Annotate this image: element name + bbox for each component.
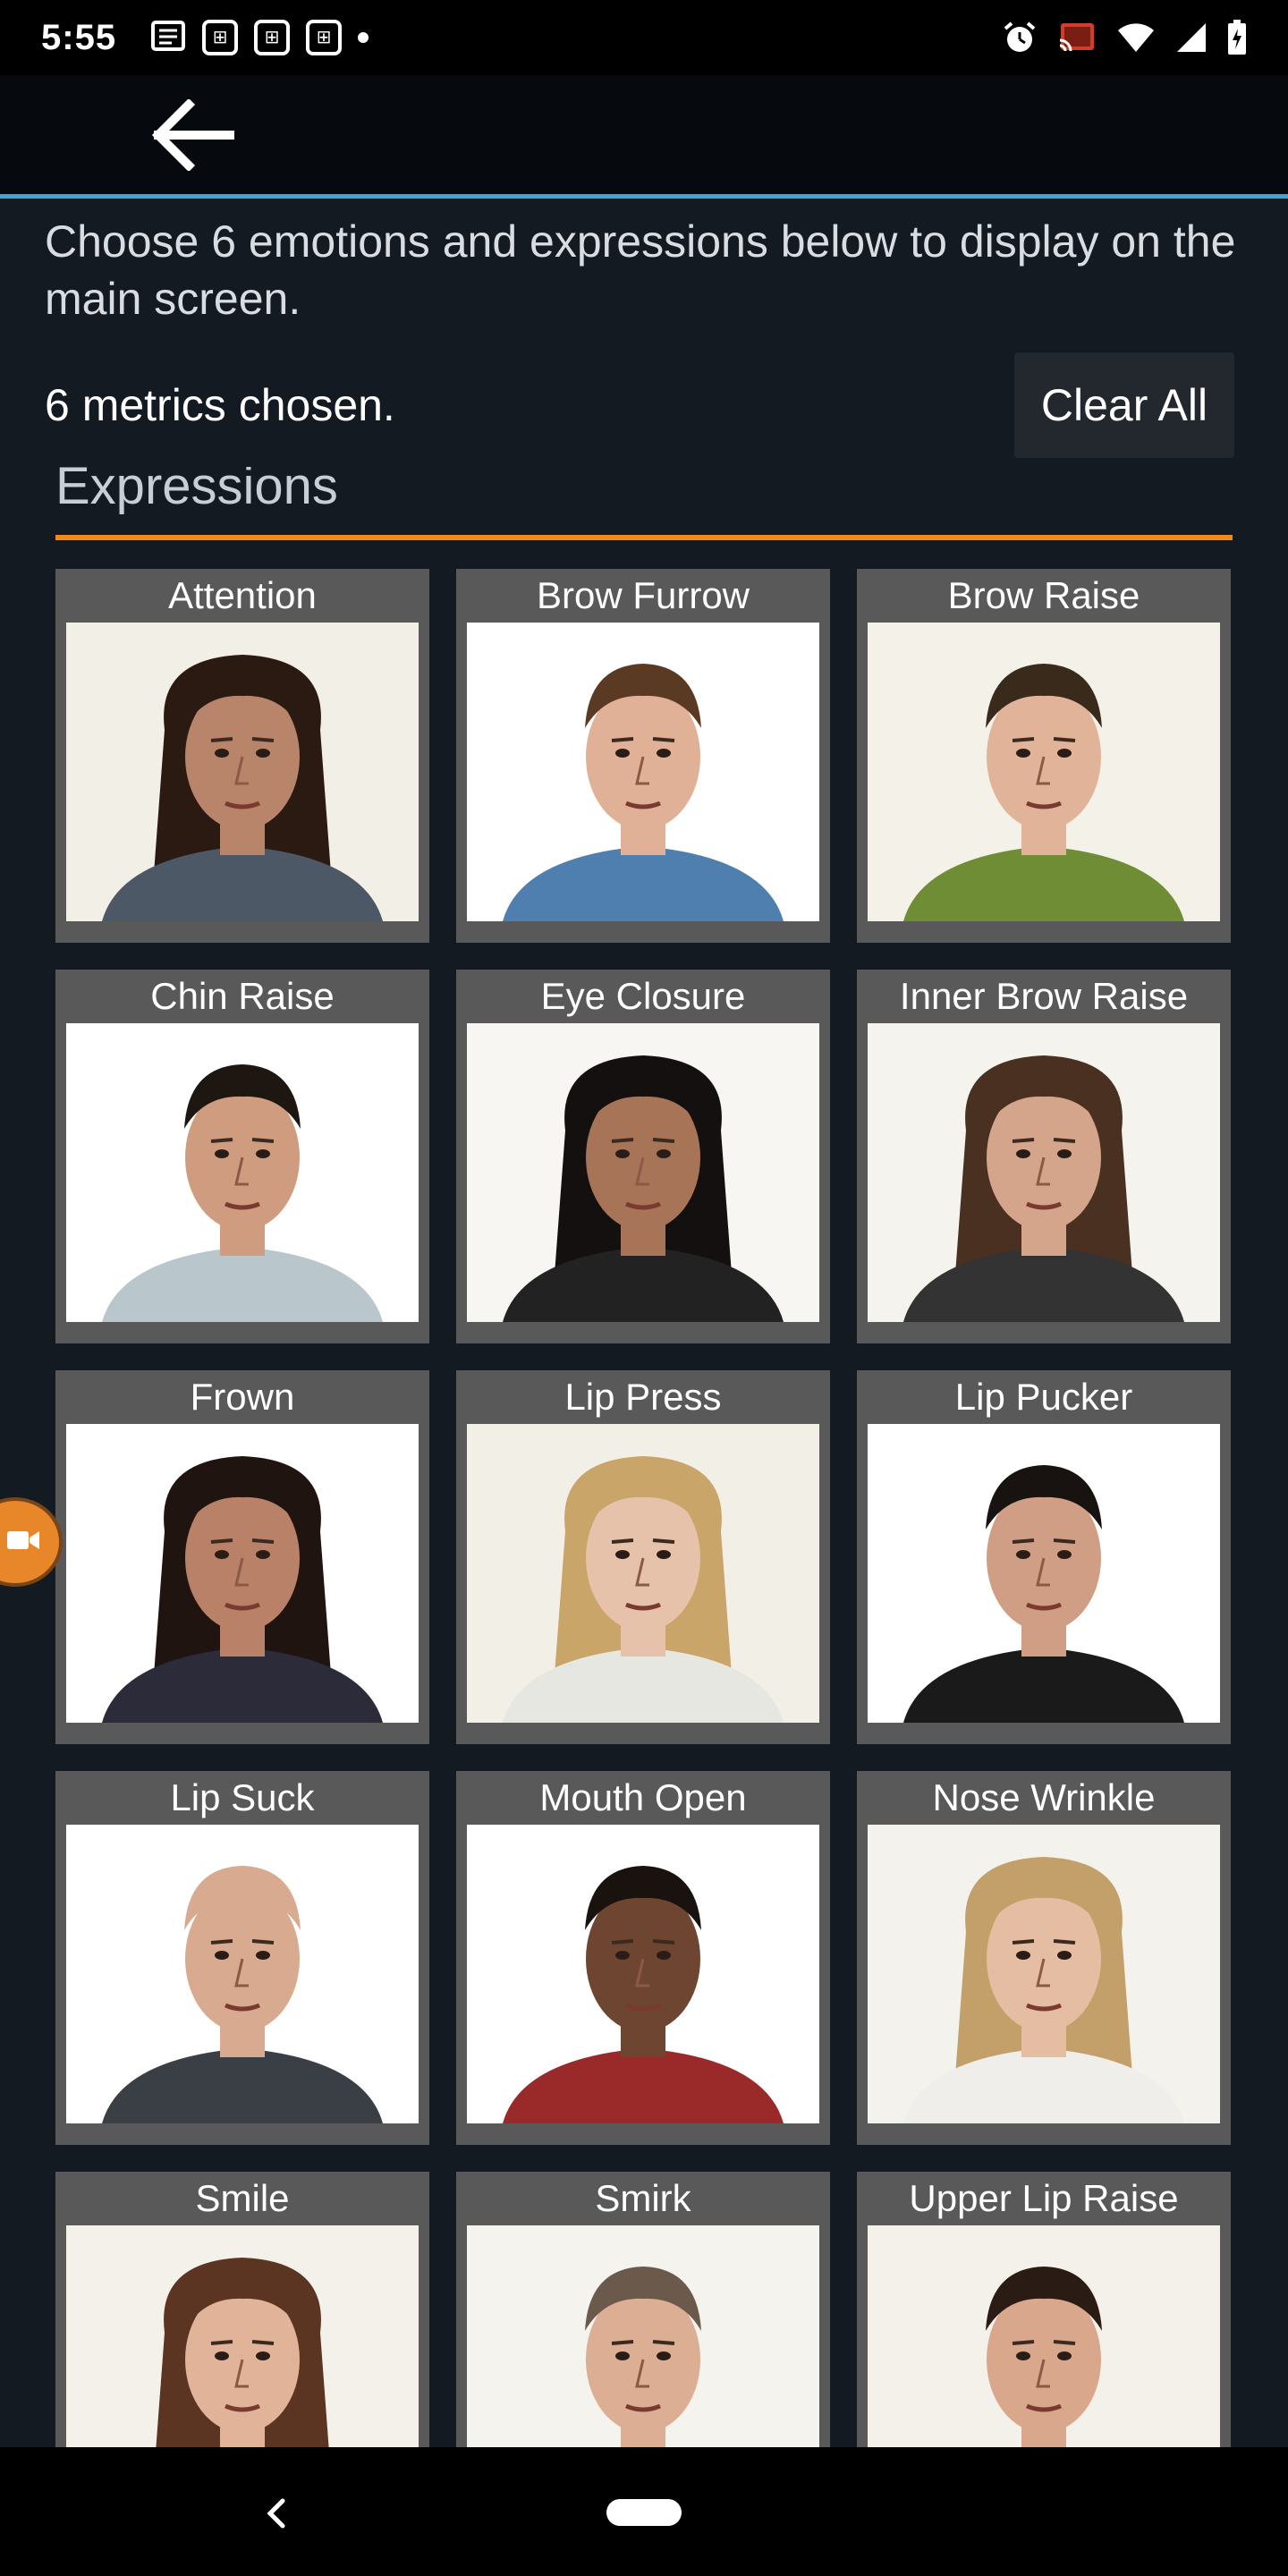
expression-label: Lip Suck <box>170 1776 315 1818</box>
back-button[interactable] <box>143 97 242 177</box>
expression-tile[interactable]: Mouth Open <box>456 1771 830 2145</box>
expression-photo <box>66 1825 419 2123</box>
expression-photo <box>66 1424 419 1723</box>
instruction-text: Choose 6 emotions and expressions below … <box>45 216 1236 324</box>
notification-icons: ⊞ ⊞ ⊞ <box>150 18 369 58</box>
expression-tile[interactable]: Smile <box>55 2172 429 2447</box>
expression-tile[interactable]: Lip Pucker <box>857 1370 1231 1744</box>
expression-photo <box>467 1424 819 1723</box>
video-camera-icon <box>5 1527 41 1558</box>
expression-photo <box>467 2225 819 2447</box>
cast-icon <box>1057 21 1097 55</box>
expression-label: Eye Closure <box>540 975 746 1017</box>
expression-tile[interactable]: Chin Raise <box>55 970 429 1343</box>
expression-tile[interactable]: Nose Wrinkle <box>857 1771 1231 2145</box>
expression-tile[interactable]: Upper Lip Raise <box>857 2172 1231 2447</box>
expression-tile[interactable]: Attention <box>55 569 429 943</box>
expression-label: Lip Press <box>564 1376 722 1418</box>
more-dot-icon <box>358 32 369 43</box>
expression-label: Chin Raise <box>150 975 335 1017</box>
expression-photo <box>467 623 819 921</box>
expression-tile[interactable]: Brow Furrow <box>456 569 830 943</box>
expression-label: Nose Wrinkle <box>932 1776 1156 1818</box>
expression-label: Mouth Open <box>539 1776 747 1818</box>
expression-tile[interactable]: Lip Press <box>456 1370 830 1744</box>
expression-label: Upper Lip Raise <box>909 2177 1179 2219</box>
expression-photo <box>868 1424 1220 1723</box>
expression-label: Smile <box>195 2177 290 2219</box>
alarm-icon <box>1002 20 1038 55</box>
expression-photo <box>868 1825 1220 2123</box>
calculator-icon: ⊞ <box>202 20 239 55</box>
expression-tile[interactable]: Inner Brow Raise <box>857 970 1231 1343</box>
system-icons <box>1002 20 1247 55</box>
metrics-count: 6 metrics chosen. <box>45 380 395 430</box>
expression-label: Inner Brow Raise <box>899 975 1189 1017</box>
expression-photo <box>66 623 419 921</box>
expression-label: Smirk <box>595 2177 691 2219</box>
battery-charging-icon <box>1227 20 1247 55</box>
status-time: 5:55 <box>41 17 117 57</box>
expression-photo <box>868 1023 1220 1322</box>
expression-photo <box>66 1023 419 1322</box>
expression-label: Brow Raise <box>947 574 1140 616</box>
section-divider <box>55 535 1233 540</box>
expression-label: Frown <box>190 1376 295 1418</box>
home-pill-icon[interactable] <box>606 2499 682 2526</box>
navigation-bar <box>0 2447 1288 2576</box>
expression-tile[interactable]: Smirk <box>456 2172 830 2447</box>
nav-back-icon[interactable] <box>250 2487 304 2540</box>
expression-photo <box>66 2225 419 2447</box>
expression-tile[interactable]: Frown <box>55 1370 429 1744</box>
expression-label: Brow Furrow <box>536 574 750 616</box>
arrow-left-icon <box>149 97 235 175</box>
expression-photo <box>868 623 1220 921</box>
expression-tile[interactable]: Lip Suck <box>55 1771 429 2145</box>
expression-photo <box>467 1023 819 1322</box>
calculator-icon: ⊞ <box>254 20 291 55</box>
expression-photo <box>467 1825 819 2123</box>
calculator-icon: ⊞ <box>306 20 343 55</box>
app-bar <box>0 75 1288 199</box>
expression-label: Lip Pucker <box>954 1376 1133 1418</box>
expression-grid[interactable]: Attention Brow Furrow Brow Raise Chin Ra… <box>0 556 1288 2447</box>
clear-all-button[interactable]: Clear All <box>1014 352 1234 458</box>
section-header: Expressions <box>55 467 1233 540</box>
news-icon <box>150 18 186 58</box>
expression-photo <box>868 2225 1220 2447</box>
expression-tile[interactable]: Eye Closure <box>456 970 830 1343</box>
expression-tile[interactable]: Brow Raise <box>857 569 1231 943</box>
status-bar: 5:55 ⊞ ⊞ ⊞ <box>0 0 1288 75</box>
wifi-icon <box>1116 21 1156 54</box>
section-title: Expressions <box>55 467 338 515</box>
expression-label: Attention <box>168 574 317 616</box>
signal-icon <box>1175 21 1208 54</box>
